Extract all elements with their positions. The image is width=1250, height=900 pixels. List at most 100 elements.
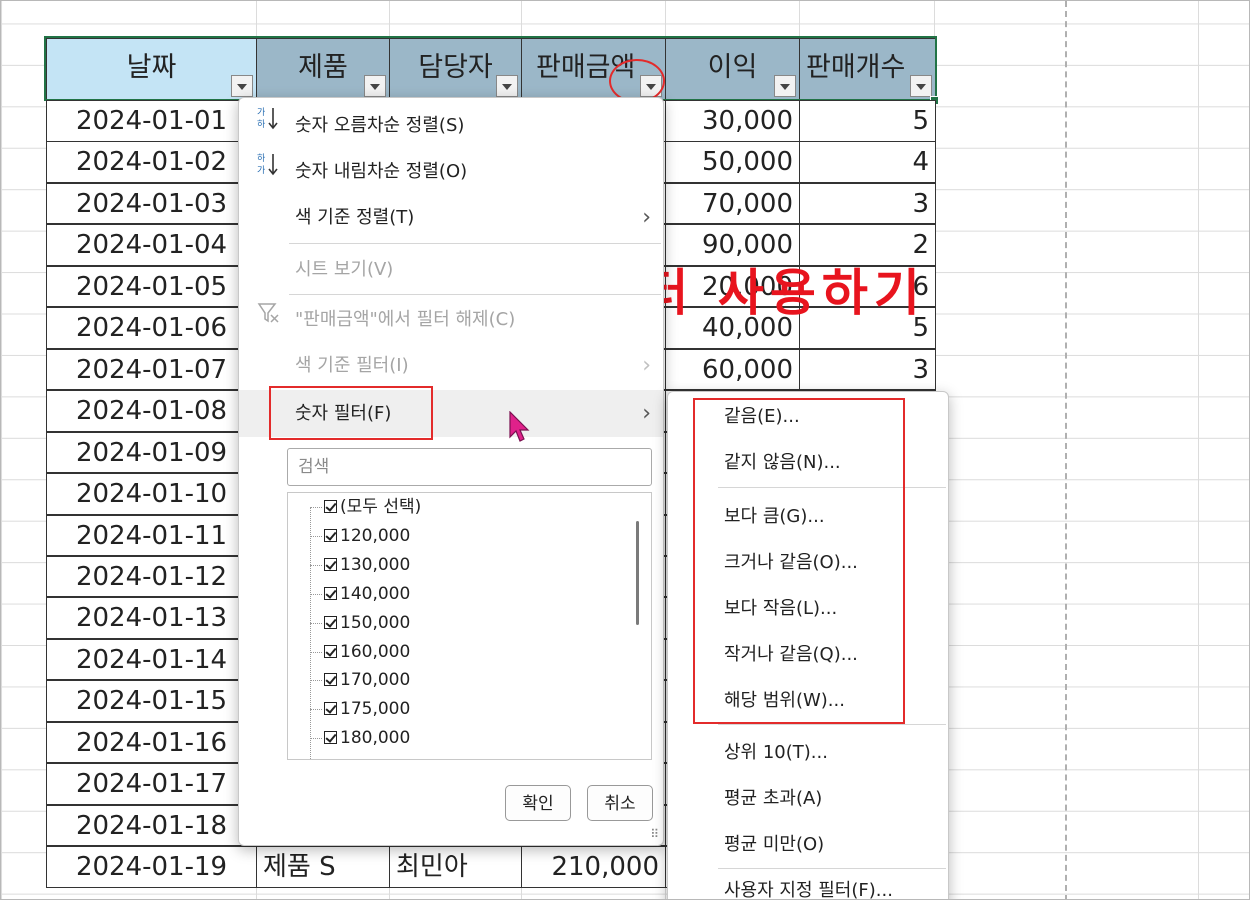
date-cell[interactable]: 2024-01-05 (46, 265, 257, 308)
annotation-box (693, 398, 905, 724)
date-cell[interactable]: 2024-01-17 (46, 763, 257, 805)
checkbox-checked-icon[interactable] (324, 731, 337, 745)
grid-column-line (1198, 1, 1199, 899)
chevron-right-icon: › (642, 353, 651, 378)
date-cell[interactable]: 2024-01-06 (46, 307, 257, 349)
date-cell[interactable]: 2024-01-02 (46, 141, 257, 183)
tree-line (310, 507, 311, 759)
quantity-cell[interactable]: 3 (799, 182, 936, 225)
checkbox-checked-icon[interactable] (324, 586, 337, 600)
checklist-label: 175,000 (340, 699, 411, 720)
checkbox-checked-icon[interactable] (324, 500, 337, 513)
date-cell[interactable]: 2024-01-01 (46, 100, 257, 142)
pointer-cursor-icon (509, 410, 533, 449)
profit-cell[interactable]: 30,000 (665, 100, 800, 142)
date-cell[interactable]: 2024-01-19 (46, 846, 257, 888)
worksheet-window: 날짜 제품 담당자 판매금액 이익 판매개수 2024-01-01 30,000 5… (0, 0, 1250, 900)
date-cell[interactable]: 2024-01-16 (46, 721, 257, 764)
tree-line (310, 535, 322, 537)
checklist-label: 120,000 (340, 525, 411, 546)
profit-cell[interactable]: 60,000 (665, 348, 800, 391)
tree-line (310, 507, 322, 508)
sort-by-color-item[interactable]: 색 기준 정렬(T) › (239, 196, 663, 240)
tree-line (310, 680, 322, 682)
quantity-cell[interactable]: 5 (799, 100, 936, 142)
checklist-label: 180,000 (340, 728, 411, 749)
svg-text:가: 가 (257, 165, 265, 176)
ok-button[interactable]: 확인 (505, 785, 571, 821)
checkbox-checked-icon[interactable] (324, 528, 337, 542)
filter-by-color-item: 색 기준 필터(I) › (239, 344, 663, 388)
menu-separator (289, 294, 661, 295)
annotation-box (269, 386, 433, 440)
svg-text:하: 하 (257, 153, 266, 164)
checklist-label: (모두 선택) (340, 497, 422, 517)
amount-cell[interactable]: 210,000 (521, 846, 666, 888)
below-average-item[interactable]: 평균 미만(O) (668, 822, 948, 868)
value-checklist[interactable]: (모두 선택) 120,000 130,000 140,000 150,000 160,0… (287, 492, 652, 760)
profit-cell[interactable]: 70,000 (665, 182, 800, 225)
top-10-item[interactable]: 상위 10(T)... (668, 730, 948, 776)
checklist-item[interactable]: 150,000 (324, 609, 410, 638)
menu-separator (718, 724, 946, 725)
sort-ascending-icon: 가하 (257, 104, 279, 148)
checklist-item[interactable]: 130,000 (324, 551, 410, 580)
clear-filter-icon (257, 298, 281, 342)
quantity-cell[interactable]: 4 (799, 141, 936, 183)
checklist-item[interactable]: 140,000 (324, 580, 410, 609)
date-cell[interactable]: 2024-01-07 (46, 348, 257, 391)
checklist-label: 170,000 (340, 670, 411, 691)
checklist-label: 160,000 (340, 641, 411, 662)
menu-label: 시트 보기(V) (295, 259, 394, 280)
svg-text:하: 하 (257, 119, 266, 130)
checklist-label: 140,000 (340, 583, 411, 604)
quantity-cell[interactable]: 3 (799, 348, 936, 391)
sort-ascending-item[interactable]: 가하 숫자 오름차순 정렬(S) (239, 104, 663, 148)
date-cell[interactable]: 2024-01-15 (46, 680, 257, 722)
sort-descending-icon: 하가 (257, 150, 279, 194)
menu-label: 색 기준 필터(I) (295, 355, 409, 376)
checkbox-checked-icon[interactable] (324, 557, 337, 571)
chevron-right-icon: › (642, 205, 651, 230)
date-cell[interactable]: 2024-01-03 (46, 182, 257, 225)
checkbox-checked-icon[interactable] (324, 615, 337, 629)
date-cell[interactable]: 2024-01-08 (46, 390, 257, 432)
custom-filter-item[interactable]: 사용자 지정 필터(F)... (668, 868, 948, 899)
date-cell[interactable]: 2024-01-12 (46, 555, 257, 598)
checkbox-checked-icon[interactable] (324, 644, 337, 658)
checklist-label: 150,000 (340, 612, 411, 633)
checkbox-checked-icon[interactable] (324, 702, 337, 716)
checklist-item[interactable]: 160,000 (324, 638, 410, 667)
product-cell[interactable]: 제품 S (256, 846, 390, 888)
above-average-item[interactable]: 평균 초과(A) (668, 776, 948, 822)
date-cell[interactable]: 2024-01-09 (46, 431, 257, 474)
sort-descending-item[interactable]: 하가 숫자 내림차순 정렬(O) (239, 150, 663, 194)
tree-line (310, 622, 322, 624)
checklist-label: 130,000 (340, 554, 411, 575)
autofilter-menu: 가하 숫자 오름차순 정렬(S) 하가 숫자 내림차순 정렬(O) 색 기준 정… (238, 97, 664, 846)
tree-line (310, 564, 322, 566)
checklist-item[interactable]: 120,000 (324, 522, 410, 551)
cancel-button[interactable]: 취소 (587, 785, 653, 821)
date-cell[interactable]: 2024-01-13 (46, 597, 257, 639)
tree-line (310, 593, 322, 595)
menu-label: "판매금액"에서 필터 해제(C) (295, 309, 516, 330)
menu-separator (289, 243, 661, 244)
checklist-item[interactable]: 180,000 (324, 724, 410, 753)
checklist-item[interactable]: 175,000 (324, 695, 410, 724)
date-cell[interactable]: 2024-01-18 (46, 804, 257, 847)
date-cell[interactable]: 2024-01-10 (46, 473, 257, 515)
resize-grip-icon[interactable]: ⠿ (650, 827, 659, 841)
checklist-item[interactable]: 170,000 (324, 666, 410, 695)
checklist-item[interactable]: (모두 선택) (324, 493, 421, 522)
sheet-view-item: 시트 보기(V) (239, 248, 663, 292)
date-cell[interactable]: 2024-01-04 (46, 224, 257, 266)
checklist-scrollbar[interactable] (636, 521, 639, 625)
tree-line (310, 651, 322, 653)
date-cell[interactable]: 2024-01-14 (46, 638, 257, 681)
checkbox-checked-icon[interactable] (324, 673, 337, 687)
profit-cell[interactable]: 50,000 (665, 141, 800, 183)
date-cell[interactable]: 2024-01-11 (46, 514, 257, 556)
manager-cell[interactable]: 최민아 (389, 846, 522, 888)
search-input[interactable] (287, 448, 652, 486)
